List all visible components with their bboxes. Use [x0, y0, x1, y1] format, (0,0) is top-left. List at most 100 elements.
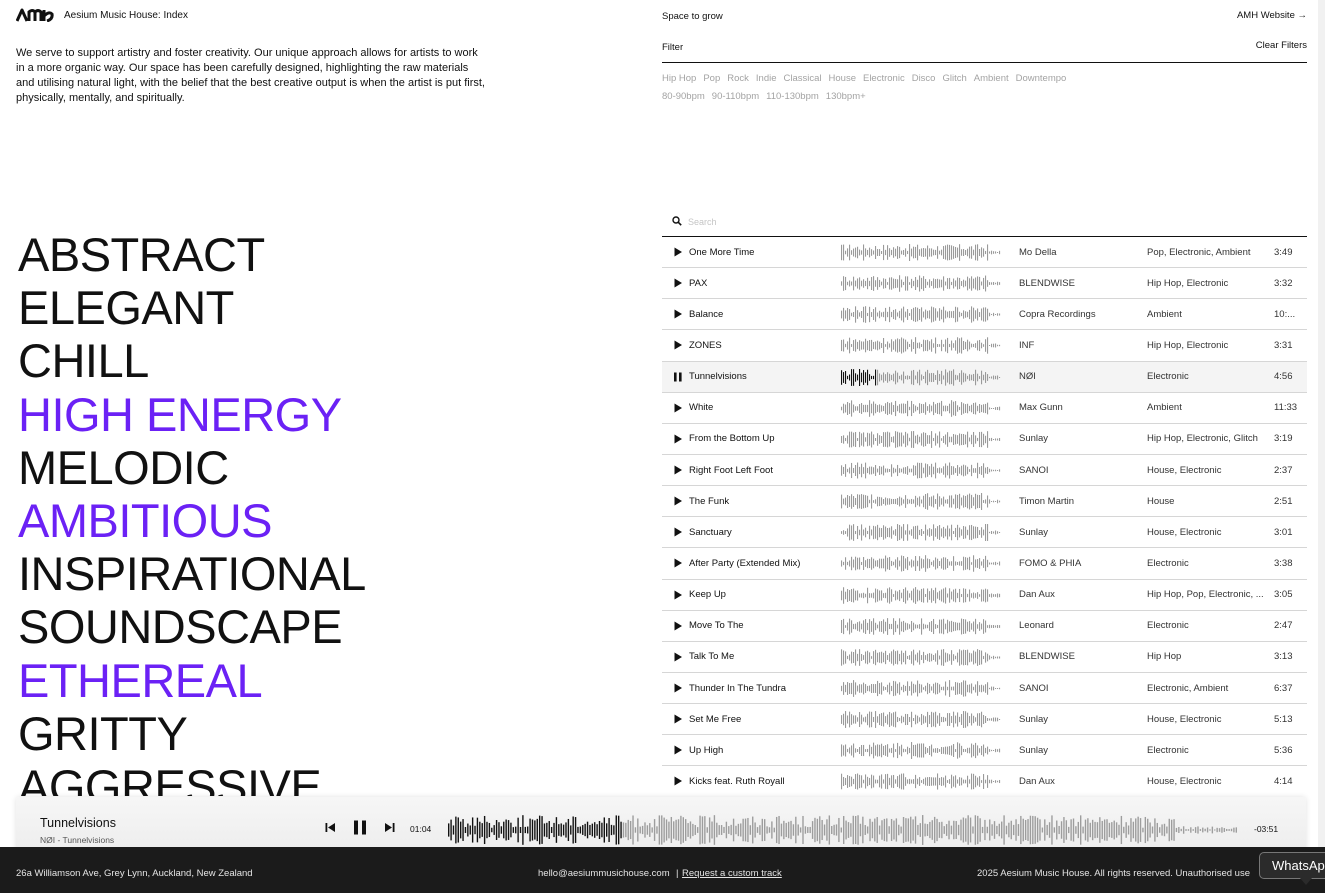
- genre-filter-chip[interactable]: Downtempo: [1016, 73, 1067, 84]
- track-row[interactable]: Up High Sunlay Electronic 5:36: [662, 735, 1307, 767]
- footer-email-link[interactable]: hello@aesiummusichouse.com: [538, 868, 670, 879]
- play-icon[interactable]: [673, 558, 683, 568]
- skip-back-icon[interactable]: [325, 822, 336, 833]
- play-icon[interactable]: [673, 309, 683, 319]
- track-row[interactable]: Right Foot Left Foot SANOI House, Electron…: [662, 455, 1307, 487]
- play-icon[interactable]: [673, 340, 683, 350]
- genre-filter-chip[interactable]: Hip Hop: [662, 73, 696, 84]
- track-waveform[interactable]: [841, 462, 1001, 479]
- genre-filter-chip[interactable]: Indie: [756, 73, 777, 84]
- page-scrollbar[interactable]: [1318, 0, 1325, 847]
- track-title[interactable]: Up High: [689, 745, 839, 756]
- track-waveform[interactable]: [841, 430, 1001, 448]
- track-row[interactable]: Kicks feat. Ruth Royall Dan Aux House, Ele…: [662, 766, 1307, 796]
- track-waveform[interactable]: [841, 711, 1001, 729]
- track-row[interactable]: Tunnelvisions NØI Electronic 4:56: [662, 361, 1307, 393]
- play-icon[interactable]: [673, 527, 683, 537]
- mood-item[interactable]: MELODIC: [18, 441, 638, 494]
- track-title[interactable]: ZONES: [689, 340, 839, 351]
- play-icon[interactable]: [673, 745, 683, 755]
- play-icon[interactable]: [673, 621, 683, 631]
- whatsapp-button[interactable]: WhatsApp: [1259, 852, 1325, 879]
- bpm-filter-chip[interactable]: 110-130bpm: [766, 91, 819, 102]
- track-row[interactable]: Talk To Me BLENDWISE Hip Hop 3:13: [662, 642, 1307, 673]
- track-title[interactable]: Kicks feat. Ruth Royall: [689, 776, 839, 787]
- mood-item[interactable]: AMBITIOUS: [18, 494, 638, 547]
- track-waveform[interactable]: [841, 680, 1001, 697]
- track-row[interactable]: Balance Copra Recordings Ambient 10:...: [662, 299, 1307, 331]
- genre-filter-chip[interactable]: House: [829, 73, 856, 84]
- track-waveform[interactable]: [841, 773, 1001, 790]
- play-icon[interactable]: [673, 590, 683, 600]
- search-input[interactable]: [688, 216, 988, 227]
- track-title[interactable]: Balance: [689, 309, 839, 320]
- amh-website-link[interactable]: AMH Website →: [1237, 10, 1307, 21]
- track-title[interactable]: Sanctuary: [689, 527, 839, 538]
- track-title[interactable]: Move To The: [689, 620, 839, 631]
- play-icon[interactable]: [673, 465, 683, 475]
- player-waveform[interactable]: [448, 815, 1238, 845]
- track-row[interactable]: The Funk Timon Martin House 2:51: [662, 486, 1307, 518]
- play-icon[interactable]: [673, 776, 683, 786]
- mood-item[interactable]: INSPIRATIONAL: [18, 547, 638, 600]
- mood-item[interactable]: ETHEREAL: [18, 654, 638, 707]
- bpm-filter-chip[interactable]: 90-110bpm: [712, 91, 759, 102]
- track-waveform[interactable]: [841, 493, 1001, 511]
- mood-item[interactable]: HIGH ENERGY: [18, 388, 638, 441]
- play-icon[interactable]: [673, 652, 683, 662]
- track-waveform[interactable]: [841, 275, 1001, 292]
- track-waveform[interactable]: [841, 399, 1001, 417]
- track-title[interactable]: PAX: [689, 278, 839, 289]
- track-row[interactable]: From the Bottom Up Sunlay Hip Hop, Electro…: [662, 424, 1307, 455]
- genre-filter-chip[interactable]: Pop: [703, 73, 720, 84]
- track-waveform[interactable]: [841, 555, 1001, 573]
- mood-item[interactable]: SOUNDSCAPE: [18, 600, 638, 653]
- play-icon[interactable]: [673, 496, 683, 506]
- track-row[interactable]: Thunder In The Tundra SANOI Electronic, Am…: [662, 673, 1307, 705]
- track-row[interactable]: One More Time Mo Della Pop, Electronic, Am…: [662, 237, 1307, 269]
- track-waveform[interactable]: [841, 368, 1001, 386]
- track-title[interactable]: Tunnelvisions: [689, 371, 839, 382]
- play-icon[interactable]: [673, 247, 683, 257]
- genre-filter-chip[interactable]: Glitch: [942, 73, 966, 84]
- genre-filter-chip[interactable]: Ambient: [974, 73, 1009, 84]
- play-icon[interactable]: [673, 434, 683, 444]
- track-title[interactable]: Right Foot Left Foot: [689, 465, 839, 476]
- track-row[interactable]: After Party (Extended Mix) FOMO & PHIA Ele…: [662, 548, 1307, 580]
- track-row[interactable]: White Max Gunn Ambient 11:33: [662, 393, 1307, 424]
- mood-item[interactable]: ELEGANT: [18, 281, 638, 334]
- pause-icon[interactable]: [353, 820, 367, 835]
- mood-item[interactable]: CHILL: [18, 334, 638, 387]
- track-waveform[interactable]: [841, 742, 1001, 760]
- bpm-filter-chip[interactable]: 80-90bpm: [662, 91, 705, 102]
- mood-item[interactable]: GRITTY: [18, 707, 638, 760]
- genre-filter-chip[interactable]: Rock: [727, 73, 749, 84]
- pause-icon[interactable]: [673, 372, 683, 382]
- play-icon[interactable]: [673, 403, 683, 413]
- logo-icon[interactable]: [16, 8, 54, 22]
- genre-filter-chip[interactable]: Disco: [912, 73, 936, 84]
- track-title[interactable]: Keep Up: [689, 589, 839, 600]
- bpm-filter-chip[interactable]: 130bpm+: [826, 91, 866, 102]
- track-waveform[interactable]: [841, 244, 1001, 261]
- mood-item[interactable]: AGGRESSIVE: [18, 760, 638, 796]
- track-title[interactable]: One More Time: [689, 247, 839, 258]
- track-title[interactable]: Talk To Me: [689, 651, 839, 662]
- clear-filters-button[interactable]: Clear Filters: [1256, 40, 1307, 51]
- genre-filter-chip[interactable]: Electronic: [863, 73, 905, 84]
- track-waveform[interactable]: [841, 617, 1001, 635]
- skip-forward-icon[interactable]: [384, 822, 395, 833]
- track-waveform[interactable]: [841, 524, 1001, 542]
- track-waveform[interactable]: [841, 337, 1001, 355]
- track-title[interactable]: After Party (Extended Mix): [689, 558, 839, 569]
- play-icon[interactable]: [673, 683, 683, 693]
- track-row[interactable]: Move To The Leonard Electronic 2:47: [662, 611, 1307, 642]
- play-icon[interactable]: [673, 278, 683, 288]
- genre-filter-chip[interactable]: Classical: [784, 73, 822, 84]
- track-row[interactable]: Keep Up Dan Aux Hip Hop, Pop, Electronic, …: [662, 580, 1307, 611]
- track-waveform[interactable]: [841, 586, 1001, 604]
- track-row[interactable]: Sanctuary Sunlay House, Electronic 3:01: [662, 517, 1307, 549]
- track-title[interactable]: The Funk: [689, 496, 839, 507]
- track-row[interactable]: Set Me Free Sunlay House, Electronic 5:13: [662, 704, 1307, 736]
- track-waveform[interactable]: [841, 648, 1001, 666]
